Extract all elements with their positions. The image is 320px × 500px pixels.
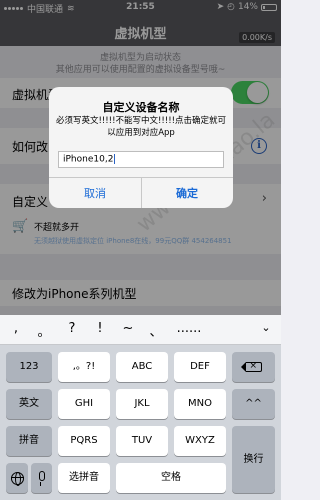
candidate-key[interactable]: 。 [34, 321, 54, 340]
key-mno[interactable]: MNO [174, 389, 226, 419]
chevron-down-icon[interactable]: ⌄ [256, 321, 276, 334]
key-123[interactable]: 123 [6, 352, 52, 382]
globe-icon [10, 471, 24, 486]
text-cursor [114, 154, 116, 164]
candidate-key[interactable]: , [6, 321, 26, 336]
key-emoticon[interactable]: ^^ [232, 389, 275, 419]
key-wxyz[interactable]: WXYZ [174, 426, 226, 456]
globe-key[interactable] [6, 463, 28, 493]
candidate-key[interactable]: 、 [146, 321, 166, 340]
device-name-value: iPhone10,2 [63, 154, 114, 165]
cancel-button[interactable]: 取消 [49, 185, 141, 201]
custom-name-dialog: 自定义设备名称 必须写英文!!!!!不能写中文!!!!!点击确定就可以应用到对应… [49, 87, 233, 208]
key-ghi[interactable]: GHI [58, 389, 110, 419]
mic-key[interactable] [31, 463, 52, 493]
device-name-input[interactable]: iPhone10,2 [58, 151, 224, 168]
backspace-icon [240, 359, 262, 373]
microphone-icon [38, 471, 45, 486]
confirm-button[interactable]: 确定 [141, 185, 233, 201]
candidate-key[interactable]: ? [62, 321, 82, 336]
return-key[interactable]: 换行 [232, 426, 275, 493]
key-jkl[interactable]: JKL [116, 389, 168, 419]
keyboard: , 。 ? ! ~ 、 ...... ⌄ 123 ,。?! ABC DEF 英文… [0, 315, 281, 500]
key-pinyin[interactable]: 拼音 [6, 426, 52, 456]
candidate-key[interactable]: ...... [174, 321, 204, 336]
dialog-title: 自定义设备名称 [102, 101, 180, 114]
key-punctuation[interactable]: ,。?! [58, 352, 110, 382]
delete-key[interactable] [232, 352, 275, 382]
key-pqrs[interactable]: PQRS [58, 426, 110, 456]
space-key[interactable]: 空格 [116, 463, 226, 493]
key-abc[interactable]: ABC [116, 352, 168, 382]
candidate-key[interactable]: ! [90, 321, 110, 336]
key-tuv[interactable]: TUV [116, 426, 168, 456]
dialog-message: 必须写英文!!!!!不能写中文!!!!!点击确定就可以应用到对应App [55, 116, 227, 138]
candidate-key[interactable]: ~ [118, 321, 138, 336]
key-english[interactable]: 英文 [6, 389, 52, 419]
key-select-pinyin[interactable]: 选拼音 [58, 463, 110, 493]
key-def[interactable]: DEF [174, 352, 226, 382]
candidate-bar: , 。 ? ! ~ 、 ...... ⌄ [0, 315, 281, 345]
